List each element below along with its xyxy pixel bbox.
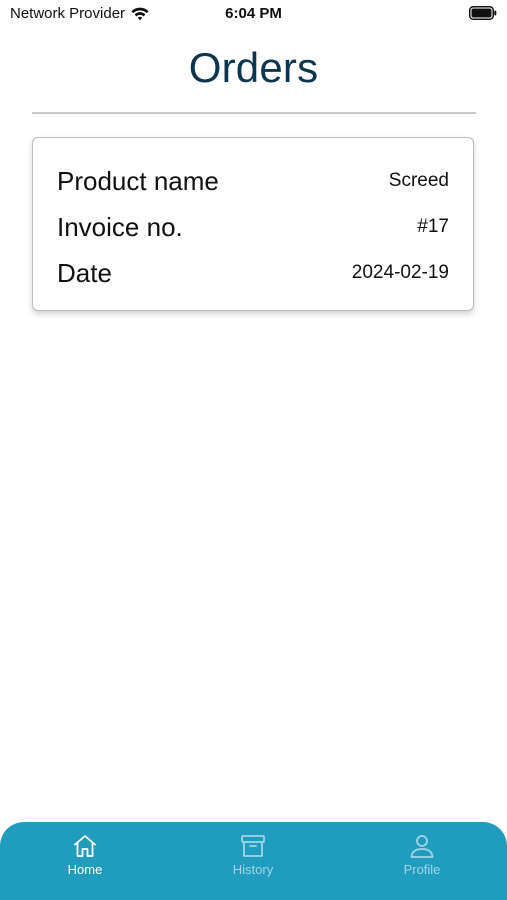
tab-home[interactable]: Home: [25, 832, 145, 888]
order-row-date: Date 2024-02-19: [57, 258, 449, 288]
order-row-invoice: Invoice no. #17: [57, 212, 449, 242]
bottom-tab-bar: Home History Profile: [0, 822, 507, 900]
status-bar: Network Provider 6:04 PM: [0, 0, 507, 28]
page-title: Orders: [188, 44, 319, 91]
tab-profile-label: Profile: [403, 862, 441, 877]
user-icon: [408, 832, 436, 860]
archive-icon: [239, 832, 267, 860]
invoice-label: Invoice no.: [57, 211, 183, 242]
tab-profile[interactable]: Profile: [362, 832, 482, 888]
order-card[interactable]: Product name Screed Invoice no. #17 Date…: [32, 137, 474, 311]
status-time: 6:04 PM: [225, 5, 282, 22]
date-value: 2024-02-19: [351, 262, 449, 283]
invoice-value: #17: [417, 216, 449, 237]
product-name-value: Screed: [388, 170, 449, 191]
header-divider: [32, 112, 476, 114]
product-name-label: Product name: [57, 165, 219, 196]
battery-icon: [469, 6, 497, 25]
tab-history-label: History: [232, 862, 274, 877]
date-label: Date: [57, 257, 112, 288]
tab-home-label: Home: [67, 862, 103, 877]
home-icon: [71, 832, 99, 860]
tab-history[interactable]: History: [193, 832, 313, 888]
order-row-product: Product name Screed: [57, 166, 449, 196]
